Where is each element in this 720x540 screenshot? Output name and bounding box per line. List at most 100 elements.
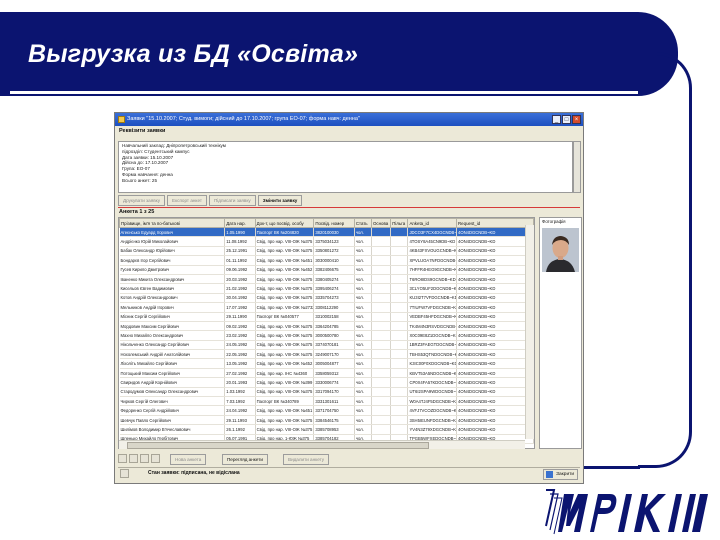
table-row[interactable]: Махно Михайло Олександрович 23.02.1992 Сві… bbox=[119, 330, 534, 341]
print-request-button[interactable]: Друкувати заявку bbox=[118, 195, 166, 206]
table-cell: KBVT53A5NDGCNDB~KD bbox=[407, 368, 458, 379]
nav-first-icon[interactable] bbox=[118, 454, 127, 463]
table-cell: W0A4TJ4F5DGCNDB~KD bbox=[407, 396, 458, 407]
nav-last-icon[interactable] bbox=[151, 454, 160, 463]
table-cell: XPVLUOA7NFDGCNDB~KD bbox=[407, 255, 458, 266]
delete-anketa-button[interactable]: Видалити анкету bbox=[283, 454, 330, 465]
table-row[interactable]: Нохолемський Андрій Анатолійович 22.05.19… bbox=[119, 349, 534, 360]
column-header[interactable]: Прізвище, ім'я та по-батькові bbox=[119, 218, 226, 228]
table-cell bbox=[371, 302, 392, 313]
table-row[interactable]: Котов Андрій Олександрович 30.04.1992 Свід… bbox=[119, 293, 534, 304]
table-cell: чол. bbox=[354, 321, 373, 332]
table-cell: чол. bbox=[354, 368, 373, 379]
table-cell: Свід. про нар. VIII-ОЖ №451 bbox=[255, 405, 315, 416]
table-cell bbox=[390, 377, 409, 388]
table-cell: 7TIUFW7VFDGCNDB~KD bbox=[407, 302, 458, 313]
table-cell bbox=[371, 274, 392, 285]
table-cell: 3331301611 bbox=[313, 396, 355, 407]
table-cell: CP0X4FA57KDGCNDB~KD bbox=[407, 377, 458, 388]
table-cell: 4ON4DGCNDB~KD bbox=[456, 302, 534, 313]
table-row[interactable]: Чирков Сергій Олегович 7.03.1992 Паспорт В… bbox=[119, 396, 534, 407]
table-cell bbox=[371, 368, 392, 379]
table-row[interactable]: Шилімов Володимир В'ячеславович 26.1.1992… bbox=[119, 424, 534, 435]
table-row[interactable]: Бабак Олександр Юрійович 25.12.1991 Свід. … bbox=[119, 246, 534, 257]
table-cell: JDCO3F7CX4DGCNDB~KD bbox=[407, 227, 458, 238]
table-cell: чол. bbox=[354, 330, 373, 341]
table-cell bbox=[371, 424, 392, 435]
column-header[interactable]: Основа bbox=[371, 218, 392, 228]
table-row[interactable]: Ліхоліть Михайло Сергійович 13.05.1992 Сві… bbox=[119, 358, 534, 369]
table-vertical-scrollbar[interactable] bbox=[525, 225, 534, 439]
table-cell: 24.04.1992 bbox=[224, 405, 256, 416]
table-cell: YV4N3Z79XDGCNDB~KD bbox=[407, 424, 458, 435]
table-row[interactable]: Нікольченко Олександр Сергійович 24.05.19… bbox=[119, 340, 534, 351]
table-row[interactable]: Агеєнсько Едуард Ігорович 1.05.1990 Паспор… bbox=[119, 227, 534, 238]
table-cell: Андрієнко Юрій Миколайович bbox=[119, 236, 226, 247]
table-cell: 7.03.1992 bbox=[224, 396, 256, 407]
column-header[interactable]: Посвід. номер bbox=[313, 218, 355, 228]
table-row[interactable]: Свиридов Андрій Корнійович 20.01.1993 Свід… bbox=[119, 377, 534, 388]
table-cell: 3371704750 bbox=[313, 405, 355, 416]
maximize-icon[interactable]: □ bbox=[562, 115, 571, 124]
table-cell: 3249007170 bbox=[313, 349, 355, 360]
table-cell: 3310002158 bbox=[313, 312, 355, 322]
table-cell bbox=[390, 293, 409, 304]
close-icon[interactable]: × bbox=[572, 115, 581, 124]
table-cell: 22.05.1992 bbox=[224, 349, 256, 360]
table-row[interactable]: Потоцький Максим Сергійович 27.02.1992 Сві… bbox=[119, 368, 534, 379]
table-cell: чол. bbox=[354, 349, 373, 360]
table-cell: чол. bbox=[354, 302, 373, 313]
table-cell: Свід. про нар. VIII-ОЖ №375 bbox=[255, 424, 315, 435]
table-row[interactable]: Іваненко Микита Олександрович 20.03.1992 С… bbox=[119, 274, 534, 285]
column-header[interactable]: Док-т, що посвід. особу bbox=[254, 218, 315, 228]
table-cell: чол. bbox=[354, 265, 373, 275]
table-cell: 4ON4DGCNDB~KD bbox=[456, 377, 534, 388]
table-cell bbox=[390, 227, 409, 238]
request-status: Стан заявки: підписана, не відіслана bbox=[148, 470, 240, 476]
table-row[interactable]: Андрієнко Юрій Миколайович 11.08.1992 Свід… bbox=[119, 236, 534, 247]
table-cell: Свід. про нар. VIII-ОЖ №375 bbox=[255, 387, 315, 398]
table-row[interactable]: Мордовин Максим Сергійович 09.02.1992 Свід… bbox=[119, 321, 534, 332]
table-row[interactable]: Мельников Андрій Ігорович 17.07.1992 Свід.… bbox=[119, 302, 534, 313]
table-cell bbox=[371, 396, 392, 407]
sign-request-button[interactable]: Підписати заявку bbox=[208, 195, 256, 206]
table-cell: VEDBF45HFDGCNDB~KD bbox=[407, 312, 458, 322]
table-row[interactable]: Місник Сергій Сергійович 29.11.1990 Паспор… bbox=[119, 312, 534, 322]
minimize-icon[interactable]: _ bbox=[552, 115, 561, 124]
new-anketa-button[interactable]: Нова анкета bbox=[170, 454, 207, 465]
scrollbar-thumb[interactable] bbox=[127, 442, 429, 449]
table-cell bbox=[371, 405, 392, 416]
table-cell: 4ON4DGCNDB~KD bbox=[456, 415, 534, 426]
window-titlebar[interactable]: Заявки "15.10.2007; Студ. вимоги; дійсни… bbox=[115, 113, 583, 126]
table-cell: Мельников Андрій Ігорович bbox=[119, 302, 226, 313]
table-cell: 3374070181 bbox=[313, 340, 355, 351]
column-header[interactable]: Request_id bbox=[456, 218, 534, 228]
export-anketas-button[interactable]: Експорт анкет bbox=[167, 195, 207, 206]
table-cell: 26.1.1992 bbox=[224, 424, 256, 435]
column-header[interactable]: Anketa_id bbox=[407, 218, 458, 228]
table-row[interactable]: Федоренко Сергій Андрійович 24.04.1992 Сві… bbox=[119, 405, 534, 416]
table-row[interactable]: Гусев Кирило Дмитрович 09.06.1992 Свід. пр… bbox=[119, 265, 534, 275]
column-header[interactable]: Дата нар. bbox=[224, 218, 256, 228]
table-header-row: Прізвище, ім'я та по-батькові Дата нар. … bbox=[119, 218, 534, 228]
table-cell: 4ON4DGCNDB~KD bbox=[456, 387, 534, 398]
table-cell bbox=[390, 415, 409, 426]
column-header[interactable]: Стать bbox=[353, 218, 373, 228]
details-scrollbar[interactable] bbox=[573, 141, 581, 193]
table-cell: чол. bbox=[354, 415, 373, 426]
table-cell: 29.11.1993 bbox=[224, 415, 256, 426]
table-row[interactable]: Бондарєв Ігор Сергійович 01.11.1992 Свід. … bbox=[119, 255, 534, 266]
table-horizontal-scrollbar[interactable] bbox=[119, 440, 525, 449]
nav-next-icon[interactable] bbox=[140, 454, 149, 463]
table-row[interactable]: Кисельов Євген Вадимович 21.02.1992 Свід. … bbox=[119, 283, 534, 294]
view-anketa-button[interactable]: Перегляд анкети bbox=[222, 454, 268, 465]
column-header[interactable]: Пільга bbox=[390, 218, 409, 228]
table-row[interactable]: Шевчук Павло Сергійович 29.11.1993 Свід. п… bbox=[119, 415, 534, 426]
print-icon[interactable] bbox=[120, 469, 129, 478]
photo-panel: Фотографія bbox=[539, 217, 582, 449]
table-cell: Свід. про нар. VIII-ОЖ №375 bbox=[255, 321, 315, 332]
table-row[interactable]: Стародумов Олександр Олександрович 1.03.1… bbox=[119, 387, 534, 398]
nav-prev-icon[interactable] bbox=[129, 454, 138, 463]
edit-request-button[interactable]: Змінити заявку bbox=[257, 195, 303, 206]
table-cell: 01.11.1992 bbox=[224, 255, 256, 266]
